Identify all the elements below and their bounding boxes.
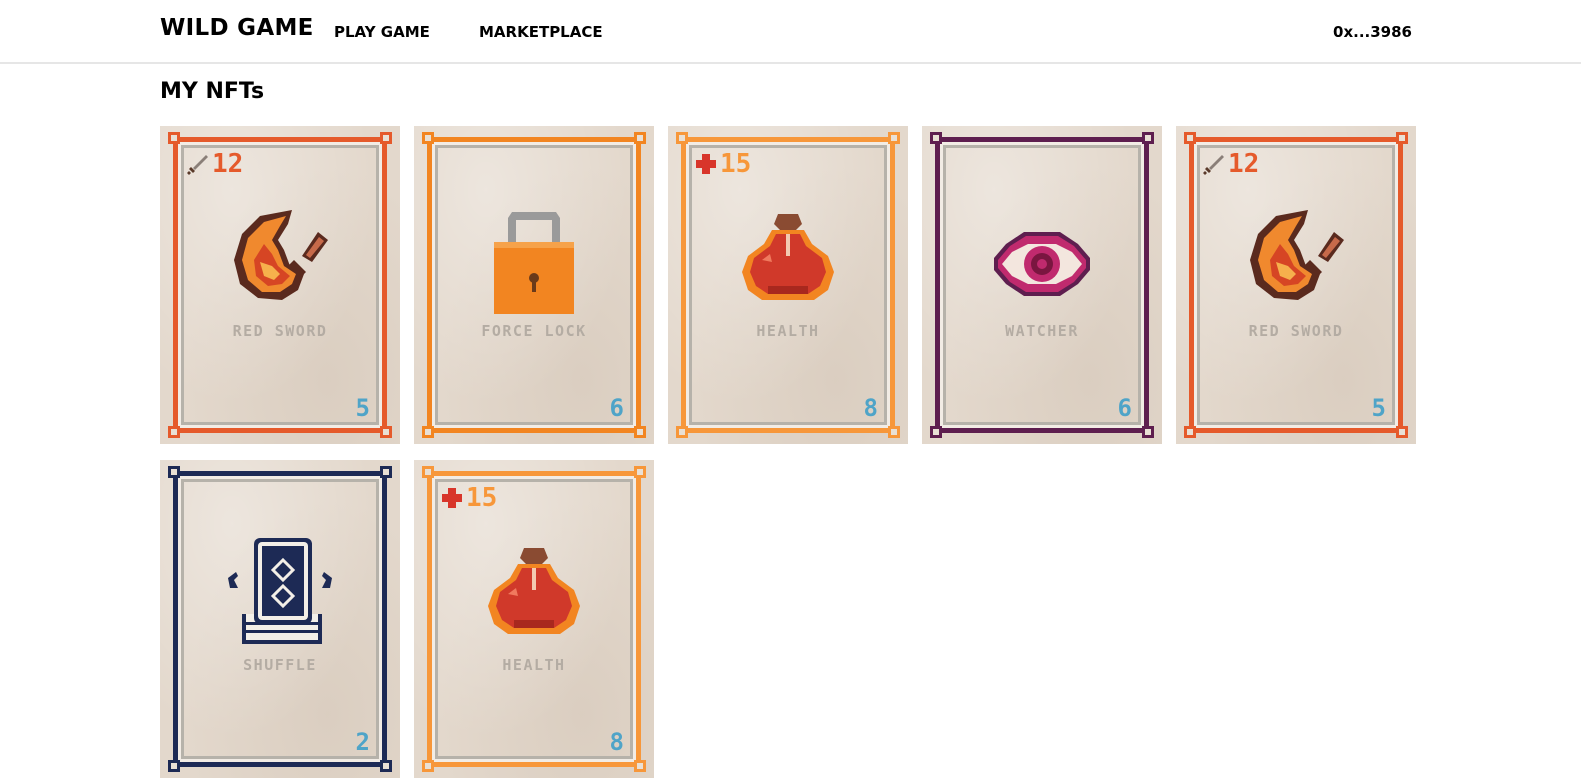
frame-corner (422, 132, 434, 144)
plus-icon (442, 488, 462, 508)
frame-corner (676, 426, 688, 438)
nft-card[interactable]: 12 RED SWORD 5 (160, 126, 400, 444)
card-stat-value: 15 (720, 149, 752, 179)
plus-icon (696, 154, 716, 174)
frame-corner (1142, 426, 1154, 438)
potion-icon (728, 204, 848, 314)
sword-icon (1203, 155, 1224, 175)
card-name: RED SWORD (232, 322, 328, 340)
card-name: WATCHER (1005, 322, 1079, 340)
wallet-address-button[interactable]: 0x...3986 (1330, 23, 1412, 41)
card-deck-icon (220, 538, 340, 648)
card-cost: 5 (1371, 394, 1386, 422)
nft-card[interactable]: 12 RED SWORD 5 (1176, 126, 1416, 444)
card-attack-stat: 12 (1202, 149, 1259, 179)
frame-corner (634, 132, 646, 144)
frame-corner (930, 132, 942, 144)
app-logo[interactable]: WILD GAME (160, 15, 314, 41)
nft-card[interactable]: SHUFFLE 2 (160, 460, 400, 778)
potion-icon (474, 538, 594, 648)
frame-corner (1184, 426, 1196, 438)
frame-corner (1184, 132, 1196, 144)
frame-corner (676, 132, 688, 144)
card-cost: 8 (863, 394, 878, 422)
card-stat-value: 12 (212, 149, 244, 179)
card-cost: 8 (609, 728, 624, 756)
frame-corner (634, 760, 646, 772)
card-name: HEALTH (502, 656, 566, 674)
frame-corner (168, 132, 180, 144)
eye-icon (982, 204, 1102, 314)
frame-corner (634, 426, 646, 438)
frame-corner (1396, 132, 1408, 144)
frame-corner (422, 466, 434, 478)
frame-corner (634, 466, 646, 478)
flame-sword-icon (1236, 204, 1356, 314)
card-name: SHUFFLE (243, 656, 317, 674)
nft-card[interactable]: FORCE LOCK 6 (414, 126, 654, 444)
card-cost: 6 (1117, 394, 1132, 422)
frame-corner (168, 760, 180, 772)
card-health-stat: 15 (694, 149, 751, 179)
frame-corner (1396, 426, 1408, 438)
card-health-stat: 15 (440, 483, 497, 513)
frame-corner (422, 426, 434, 438)
page-title: MY NFTs (160, 79, 265, 104)
card-name: FORCE LOCK (481, 322, 587, 340)
nft-card[interactable]: 15 HEALTH 8 (414, 460, 654, 778)
frame-corner (168, 466, 180, 478)
card-cost: 6 (609, 394, 624, 422)
nav-marketplace-link[interactable]: MARKETPLACE (479, 23, 603, 41)
top-navbar: WILD GAME PLAY GAME MARKETPLACE 0x...398… (0, 0, 1581, 64)
card-stat-value: 12 (1228, 149, 1260, 179)
nft-card[interactable]: WATCHER 6 (922, 126, 1162, 444)
frame-corner (380, 426, 392, 438)
card-name: HEALTH (756, 322, 820, 340)
sword-icon (187, 155, 208, 175)
card-name: RED SWORD (1248, 322, 1344, 340)
flame-sword-icon (220, 204, 340, 314)
frame-corner (888, 426, 900, 438)
nav-play-game-link[interactable]: PLAY GAME (334, 23, 430, 41)
nft-card[interactable]: 15 HEALTH 8 (668, 126, 908, 444)
card-attack-stat: 12 (186, 149, 243, 179)
frame-corner (168, 426, 180, 438)
padlock-icon (474, 204, 594, 314)
frame-corner (380, 466, 392, 478)
card-cost: 5 (355, 394, 370, 422)
frame-corner (380, 132, 392, 144)
card-stat-value: 15 (466, 483, 498, 513)
frame-corner (422, 760, 434, 772)
frame-corner (930, 426, 942, 438)
frame-corner (888, 132, 900, 144)
frame-corner (380, 760, 392, 772)
frame-corner (1142, 132, 1154, 144)
card-cost: 2 (355, 728, 370, 756)
